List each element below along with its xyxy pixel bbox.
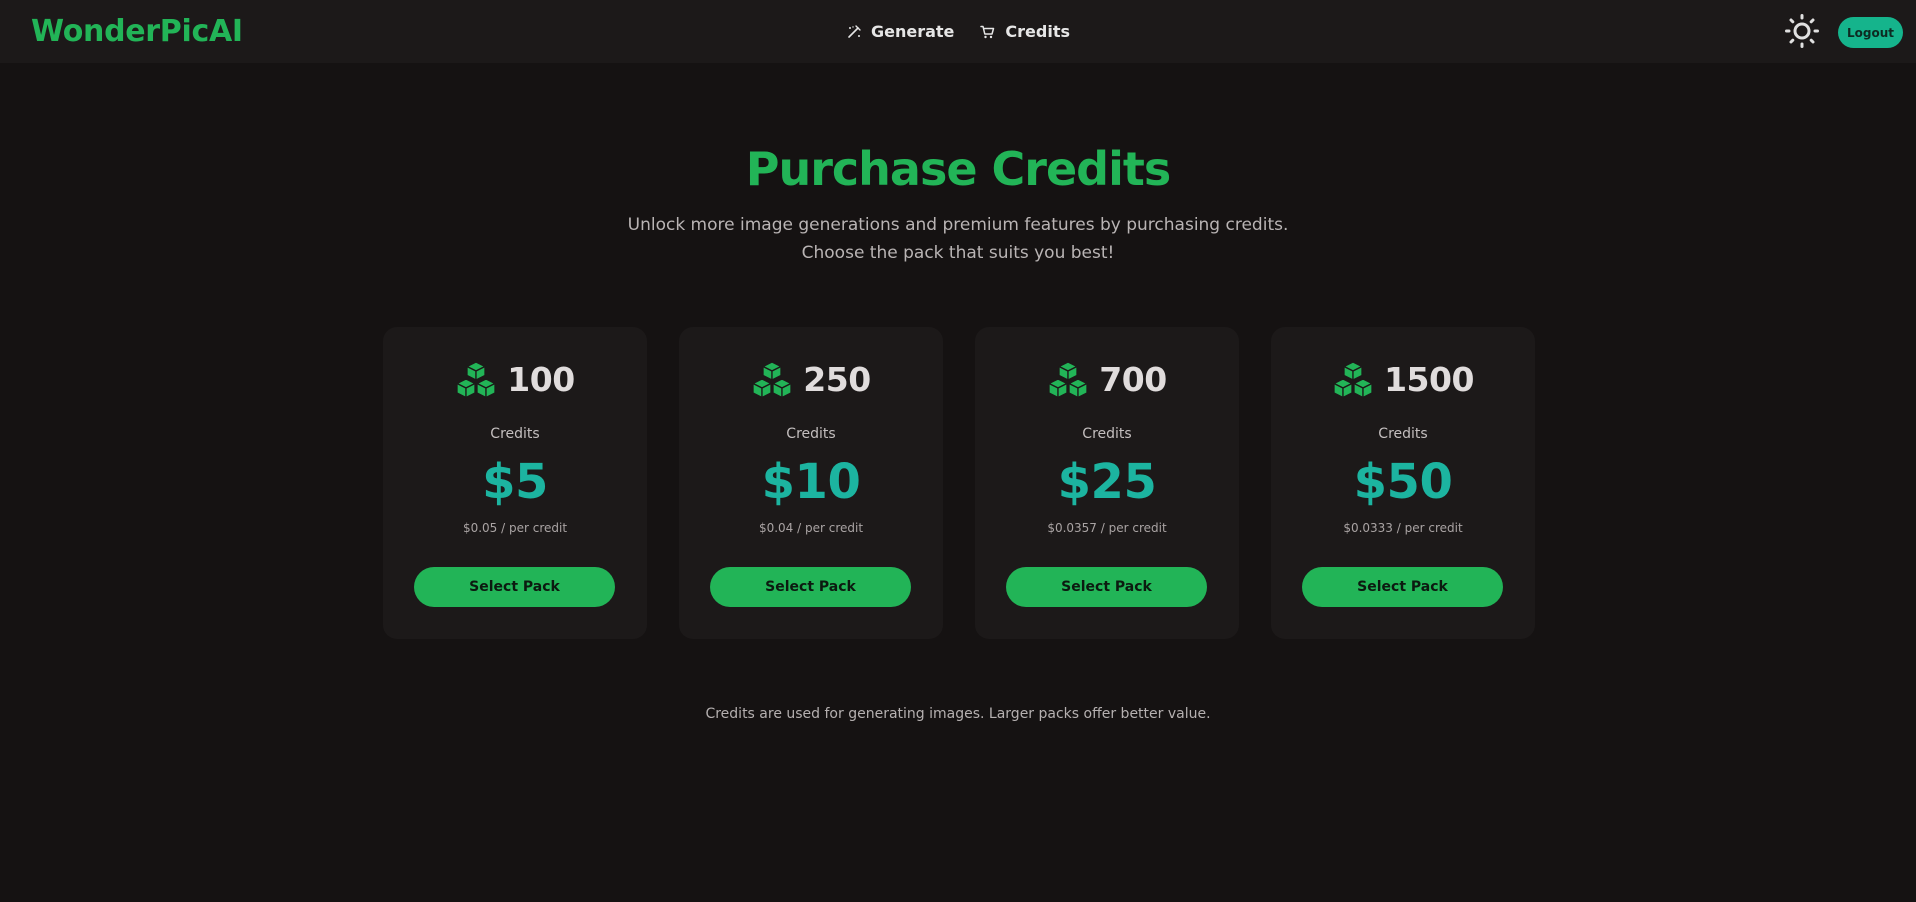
pack-price: $25 bbox=[1057, 454, 1157, 510]
pack-unit-label: Credits bbox=[1378, 426, 1428, 442]
pack-card: 100 Credits $5 $0.05 / per credit Select… bbox=[383, 327, 647, 639]
pack-unit-label: Credits bbox=[786, 426, 836, 442]
pack-unit-label: Credits bbox=[490, 426, 540, 442]
pack-header: 250 bbox=[679, 360, 943, 399]
page-subtitle: Unlock more image generations and premiu… bbox=[558, 211, 1358, 267]
page-title: Purchase Credits bbox=[745, 142, 1172, 196]
pack-card: 250 Credits $10 $0.04 / per credit Selec… bbox=[679, 327, 943, 639]
select-pack-button[interactable]: Select Pack bbox=[1302, 567, 1503, 607]
pack-price: $5 bbox=[482, 454, 548, 510]
cubes-icon bbox=[456, 360, 496, 398]
credits-footnote: Credits are used for generating images. … bbox=[705, 706, 1211, 722]
nav-label-generate: Generate bbox=[870, 22, 955, 41]
top-navbar: WonderPicAI Generate Credits Logout bbox=[0, 0, 1916, 63]
cubes-icon bbox=[752, 360, 792, 398]
select-pack-button[interactable]: Select Pack bbox=[710, 567, 911, 607]
pack-card: 700 Credits $25 $0.0357 / per credit Sel… bbox=[975, 327, 1239, 639]
nav-item-credits[interactable]: Credits bbox=[980, 22, 1070, 41]
pack-per-credit: $0.0333 / per credit bbox=[1343, 521, 1463, 535]
select-pack-button[interactable]: Select Pack bbox=[1006, 567, 1207, 607]
pack-per-credit: $0.05 / per credit bbox=[462, 521, 568, 535]
pack-credit-amount: 1500 bbox=[1384, 360, 1474, 399]
pack-header: 1500 bbox=[1271, 360, 1535, 399]
pack-credit-amount: 250 bbox=[803, 360, 871, 399]
theme-toggle-button[interactable] bbox=[1785, 14, 1819, 48]
cart-icon bbox=[980, 25, 995, 38]
pack-credit-amount: 700 bbox=[1099, 360, 1167, 399]
pack-header: 700 bbox=[975, 360, 1239, 399]
pack-price: $10 bbox=[761, 454, 861, 510]
pack-header: 100 bbox=[383, 360, 647, 399]
pack-price: $50 bbox=[1353, 454, 1453, 510]
pack-credit-amount: 100 bbox=[507, 360, 575, 399]
pack-per-credit: $0.04 / per credit bbox=[758, 521, 864, 535]
nav-item-generate[interactable]: Generate bbox=[847, 22, 954, 41]
subtitle-line-2: Choose the pack that suits you best! bbox=[801, 243, 1115, 263]
pack-per-credit: $0.0357 / per credit bbox=[1047, 521, 1167, 535]
subtitle-line-1: Unlock more image generations and premiu… bbox=[627, 215, 1289, 235]
main-nav: Generate Credits bbox=[0, 0, 1916, 63]
brand-logo[interactable]: WonderPicAI bbox=[31, 14, 243, 49]
pack-card: 1500 Credits $50 $0.0333 / per credit Se… bbox=[1271, 327, 1535, 639]
cubes-icon bbox=[1333, 360, 1373, 398]
pack-unit-label: Credits bbox=[1082, 426, 1132, 442]
cubes-icon bbox=[1048, 360, 1088, 398]
select-pack-button[interactable]: Select Pack bbox=[414, 567, 615, 607]
wand-icon bbox=[848, 24, 861, 38]
logout-button[interactable]: Logout bbox=[1838, 17, 1903, 48]
credit-packs: 100 Credits $5 $0.05 / per credit Select… bbox=[383, 327, 1535, 639]
sun-icon bbox=[1785, 14, 1819, 48]
nav-label-credits: Credits bbox=[1005, 22, 1070, 41]
